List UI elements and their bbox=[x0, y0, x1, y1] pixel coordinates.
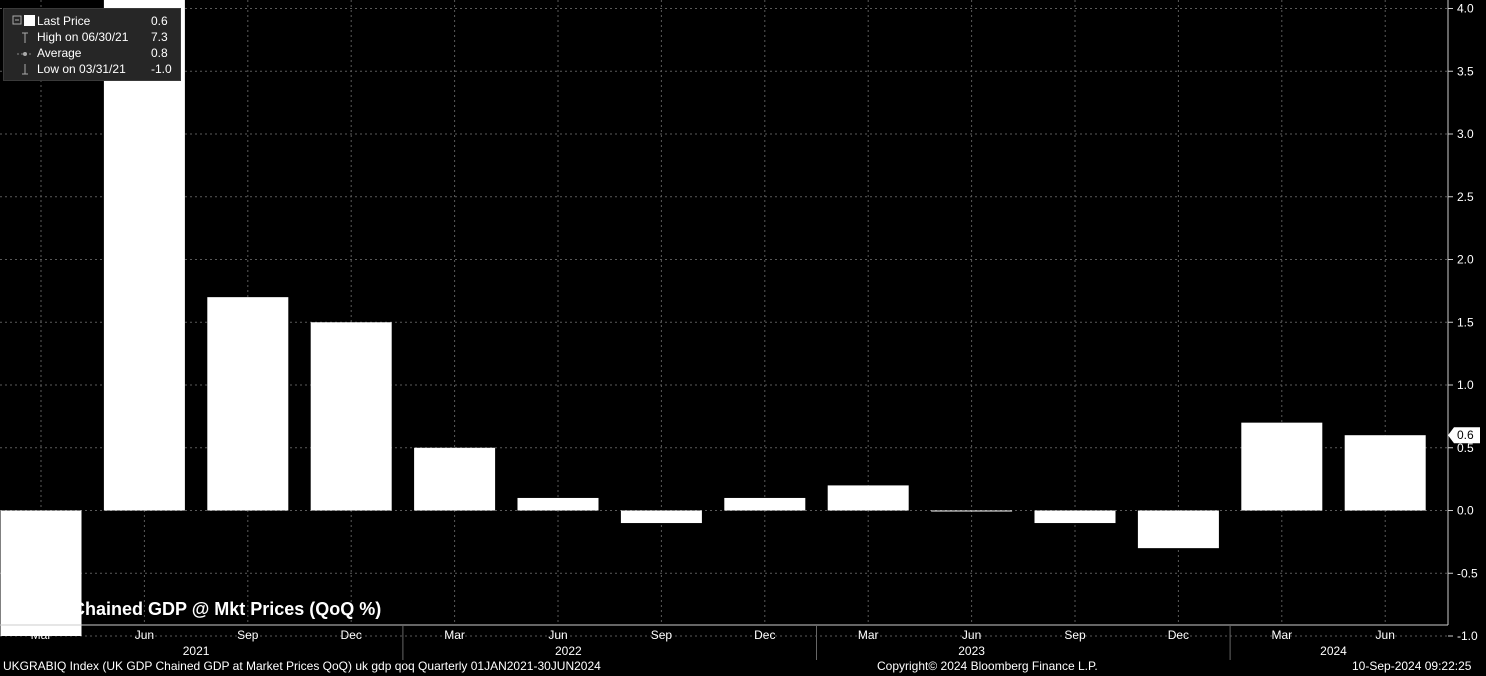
bar bbox=[620, 510, 702, 524]
average-marker-icon bbox=[12, 47, 34, 59]
x-tick-label: Sep bbox=[1064, 628, 1086, 642]
y-tick-label: 3.0 bbox=[1457, 127, 1474, 141]
bar bbox=[517, 497, 599, 511]
y-tick-label: 4.0 bbox=[1457, 2, 1474, 16]
bar bbox=[1137, 510, 1219, 549]
bar bbox=[207, 297, 289, 511]
x-tick-label: Mar bbox=[444, 628, 465, 642]
bar bbox=[827, 485, 909, 511]
y-tick-label: -0.5 bbox=[1457, 566, 1478, 580]
year-label: 2022 bbox=[555, 644, 582, 658]
x-tick-label: Mar bbox=[31, 628, 52, 642]
legend-value: -1.0 bbox=[151, 62, 172, 76]
y-tick-label: 0.0 bbox=[1457, 504, 1474, 518]
legend: Last Price 0.6 High on 06/30/21 7.3 Aver… bbox=[3, 8, 181, 81]
gdp-bar-chart: 8.07.57.06.56.05.55.04.54.03.53.02.52.01… bbox=[0, 0, 1480, 660]
bar bbox=[1344, 435, 1426, 511]
x-tick-label: Mar bbox=[858, 628, 879, 642]
x-tick-label: Dec bbox=[1168, 628, 1189, 642]
high-marker-icon bbox=[12, 31, 34, 43]
y-tick-label: -1.0 bbox=[1457, 629, 1478, 643]
legend-label: Last Price bbox=[37, 14, 91, 28]
legend-value: 7.3 bbox=[151, 30, 168, 44]
bar bbox=[1034, 510, 1116, 524]
legend-value: 0.8 bbox=[151, 46, 168, 60]
x-tick-label: Jun bbox=[548, 628, 567, 642]
year-label: 2024 bbox=[1320, 644, 1347, 658]
x-tick-label: Sep bbox=[237, 628, 259, 642]
x-tick-label: Sep bbox=[651, 628, 673, 642]
bar bbox=[414, 447, 496, 511]
legend-label: Average bbox=[37, 46, 82, 60]
x-tick-label: Mar bbox=[1271, 628, 1292, 642]
x-tick-label: Jun bbox=[135, 628, 154, 642]
bar bbox=[310, 322, 392, 511]
bar bbox=[724, 497, 806, 511]
year-label: 2023 bbox=[958, 644, 985, 658]
footer-copyright: Copyright© 2024 Bloomberg Finance L.P. bbox=[877, 659, 1098, 673]
x-tick-label: Dec bbox=[754, 628, 775, 642]
x-tick-label: Jun bbox=[962, 628, 981, 642]
x-tick-label: Jun bbox=[1376, 628, 1395, 642]
last-value-label: 0.6 bbox=[1457, 428, 1474, 442]
footer-source: UKGRABIQ Index (UK GDP Chained GDP at Ma… bbox=[3, 659, 601, 673]
low-marker-icon bbox=[12, 63, 34, 75]
x-tick-label: Dec bbox=[341, 628, 362, 642]
chart-title: UK Chained GDP @ Mkt Prices (QoQ %) bbox=[41, 599, 382, 619]
bar bbox=[931, 510, 1013, 512]
y-tick-label: 1.0 bbox=[1457, 378, 1474, 392]
year-label: 2021 bbox=[183, 644, 210, 658]
legend-value: 0.6 bbox=[151, 14, 168, 28]
minus-box-icon bbox=[12, 15, 35, 27]
bar bbox=[1241, 422, 1323, 511]
y-tick-label: 1.5 bbox=[1457, 315, 1474, 329]
y-tick-label: 3.5 bbox=[1457, 64, 1474, 78]
footer-timestamp: 10-Sep-2024 09:22:25 bbox=[1352, 659, 1472, 673]
legend-label: Low on 03/31/21 bbox=[37, 62, 126, 76]
legend-label: High on 06/30/21 bbox=[37, 30, 129, 44]
y-tick-label: 2.0 bbox=[1457, 253, 1474, 267]
y-tick-label: 2.5 bbox=[1457, 190, 1474, 204]
